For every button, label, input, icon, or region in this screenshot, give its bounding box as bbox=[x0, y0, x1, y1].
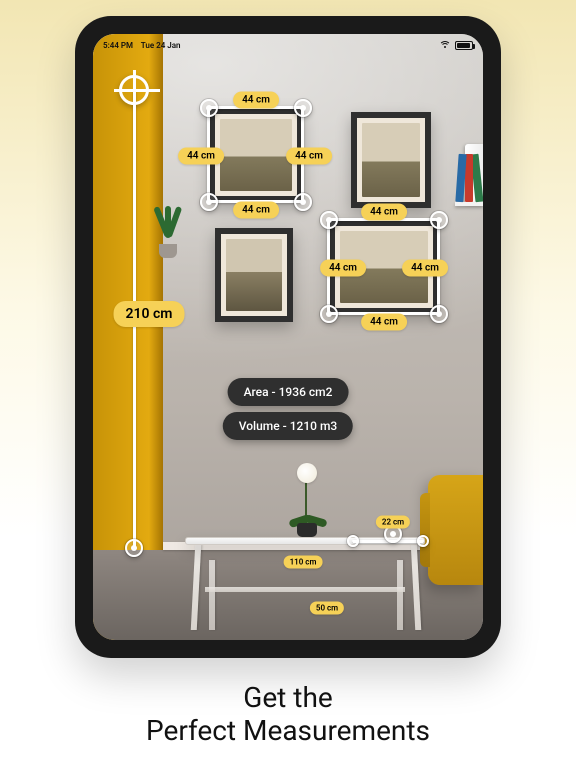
status-bar: 5:44 PM Tue 24 Jan bbox=[103, 38, 473, 52]
wifi-icon bbox=[439, 41, 451, 49]
headline-line1: Get the bbox=[0, 681, 576, 715]
camera-viewport[interactable]: 210 cm 44 cm 44 cm 44 cm 44 cm 44 cm 44 … bbox=[93, 34, 483, 640]
measure-label[interactable]: 50 cm bbox=[310, 602, 344, 615]
measure-label[interactable]: 44 cm bbox=[320, 260, 366, 277]
anchor-point[interactable] bbox=[294, 99, 312, 117]
sofa bbox=[428, 475, 483, 585]
shelf bbox=[455, 202, 483, 206]
tablet-frame: 210 cm 44 cm 44 cm 44 cm 44 cm 44 cm 44 … bbox=[75, 16, 501, 658]
measure-label[interactable]: 44 cm bbox=[178, 148, 224, 165]
measure-label-height[interactable]: 210 cm bbox=[114, 301, 185, 327]
table-leg bbox=[209, 560, 215, 630]
measure-label[interactable]: 22 cm bbox=[376, 516, 410, 529]
measure-label[interactable]: 44 cm bbox=[361, 314, 407, 331]
anchor-point[interactable] bbox=[200, 193, 218, 211]
anchor-point[interactable] bbox=[430, 211, 448, 229]
headline-line2: Perfect Measurements bbox=[0, 714, 576, 748]
status-left: 5:44 PM Tue 24 Jan bbox=[103, 41, 181, 50]
crosshair-icon[interactable] bbox=[119, 75, 149, 105]
anchor-point[interactable] bbox=[430, 305, 448, 323]
measure-label[interactable]: 44 cm bbox=[233, 92, 279, 109]
orchid bbox=[285, 463, 329, 537]
measure-label[interactable]: 44 cm bbox=[402, 260, 448, 277]
book bbox=[465, 154, 473, 202]
anchor-point[interactable] bbox=[417, 535, 429, 547]
anchor-point[interactable] bbox=[320, 211, 338, 229]
status-date: Tue 24 Jan bbox=[141, 41, 181, 50]
status-time: 5:44 PM bbox=[103, 41, 133, 50]
status-right bbox=[439, 41, 473, 50]
result-area[interactable]: Area - 1936 cm2 bbox=[228, 378, 349, 406]
anchor-point[interactable] bbox=[125, 539, 143, 557]
plant bbox=[153, 206, 183, 258]
headline: Get the Perfect Measurements bbox=[0, 681, 576, 748]
measure-label[interactable]: 44 cm bbox=[286, 148, 332, 165]
anchor-point[interactable] bbox=[200, 99, 218, 117]
picture-frame bbox=[215, 228, 293, 322]
picture-frame bbox=[351, 112, 431, 208]
table-shelf bbox=[205, 587, 405, 592]
anchor-point[interactable] bbox=[347, 535, 359, 547]
measure-label[interactable]: 44 cm bbox=[233, 202, 279, 219]
anchor-point[interactable] bbox=[294, 193, 312, 211]
table-leg bbox=[397, 560, 403, 630]
measure-label[interactable]: 110 cm bbox=[284, 556, 323, 569]
result-volume[interactable]: Volume - 1210 m3 bbox=[223, 412, 353, 440]
measure-label[interactable]: 44 cm bbox=[361, 204, 407, 221]
battery-icon bbox=[455, 41, 473, 50]
anchor-point[interactable] bbox=[320, 305, 338, 323]
